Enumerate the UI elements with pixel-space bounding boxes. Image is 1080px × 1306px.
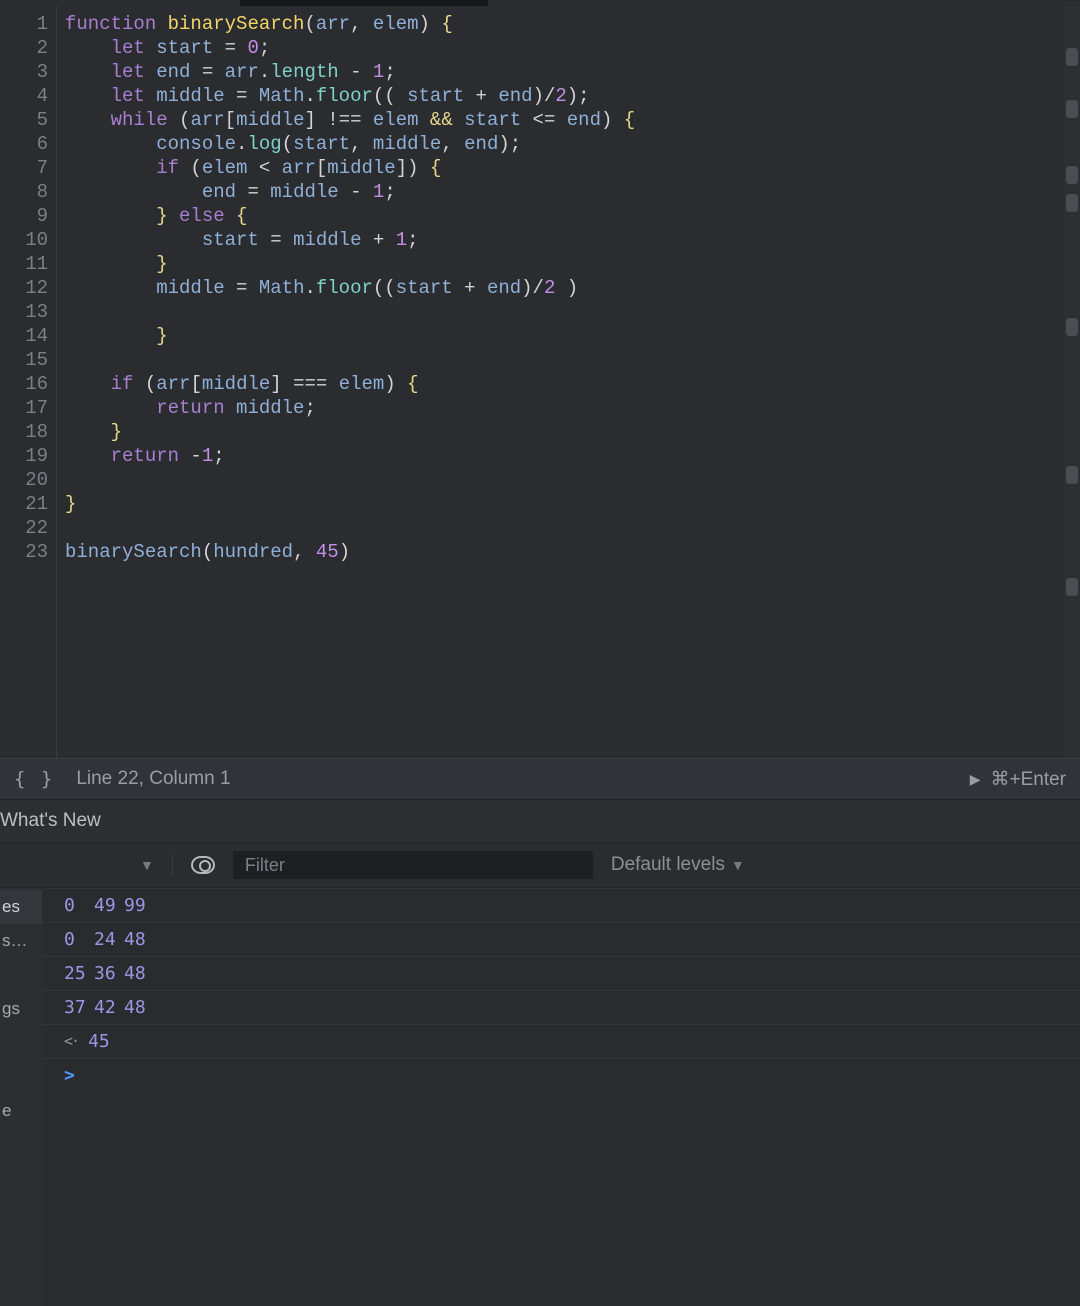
line-number: 19	[0, 444, 48, 468]
line-number: 22	[0, 516, 48, 540]
code-line[interactable]: return middle;	[65, 396, 1064, 420]
side-tab[interactable]: s…	[0, 924, 42, 958]
code-line[interactable]: let start = 0;	[65, 36, 1064, 60]
line-number: 18	[0, 420, 48, 444]
side-tab[interactable]	[0, 1060, 42, 1094]
line-number: 5	[0, 108, 48, 132]
live-expression-icon[interactable]	[191, 856, 215, 874]
side-tab[interactable]	[0, 1026, 42, 1060]
code-line[interactable]: }	[65, 252, 1064, 276]
line-number: 8	[0, 180, 48, 204]
code-line[interactable]: }	[65, 492, 1064, 516]
code-line[interactable]: if (elem < arr[middle]) {	[65, 156, 1064, 180]
line-number-gutter: 1234567891011121314151617181920212223	[0, 6, 57, 758]
line-number: 2	[0, 36, 48, 60]
run-shortcut[interactable]: ▶ ⌘+Enter	[970, 768, 1066, 791]
code-line[interactable]: binarySearch(hundred, 45)	[65, 540, 1064, 564]
line-number: 10	[0, 228, 48, 252]
code-line[interactable]: middle = Math.floor((start + end)/2 )	[65, 276, 1064, 300]
line-number: 11	[0, 252, 48, 276]
prompt-caret-icon: >	[64, 1065, 75, 1086]
log-levels-dropdown[interactable]: Default levels ▼	[611, 854, 745, 876]
tab-whats-new[interactable]: What's New	[0, 800, 1080, 843]
scrollbar-mark	[1066, 48, 1078, 66]
code-area[interactable]: function binarySearch(arr, elem) { let s…	[57, 6, 1064, 758]
console-log-row[interactable]: 02448	[42, 923, 1080, 957]
line-number: 17	[0, 396, 48, 420]
cursor-position: Line 22, Column 1	[76, 768, 230, 790]
code-line[interactable]: function binarySearch(arr, elem) {	[65, 12, 1064, 36]
log-levels-label: Default levels	[611, 854, 725, 876]
side-tab[interactable]	[0, 958, 42, 992]
line-number: 20	[0, 468, 48, 492]
code-line[interactable]: } else {	[65, 204, 1064, 228]
code-line[interactable]: }	[65, 324, 1064, 348]
line-number: 9	[0, 204, 48, 228]
line-number: 23	[0, 540, 48, 564]
line-number: 6	[0, 132, 48, 156]
code-line[interactable]: let middle = Math.floor(( start + end)/2…	[65, 84, 1064, 108]
line-number: 3	[0, 60, 48, 84]
line-number: 16	[0, 372, 48, 396]
code-editor[interactable]: 1234567891011121314151617181920212223 fu…	[0, 6, 1080, 759]
console-prompt[interactable]: >	[42, 1059, 1080, 1092]
code-line[interactable]: end = middle - 1;	[65, 180, 1064, 204]
line-number: 14	[0, 324, 48, 348]
line-number: 12	[0, 276, 48, 300]
line-number: 7	[0, 156, 48, 180]
code-line[interactable]	[65, 516, 1064, 540]
run-shortcut-label: ⌘+Enter	[990, 768, 1066, 791]
play-icon: ▶	[970, 771, 981, 788]
console-panel: ess… gs e 0499902448253648374248<· 45 >	[0, 888, 1080, 1306]
console-filter-input[interactable]	[233, 851, 593, 879]
scrollbar-mark	[1066, 318, 1078, 336]
return-icon: <·	[64, 1025, 78, 1058]
scrollbar-mark	[1066, 194, 1078, 212]
line-number: 4	[0, 84, 48, 108]
console-toolbar: ▼ Default levels ▼	[0, 843, 1080, 888]
line-number: 15	[0, 348, 48, 372]
console-log-row[interactable]: 04999	[42, 888, 1080, 923]
pretty-print-icon[interactable]: { }	[14, 768, 54, 790]
scrollbar-mark	[1066, 466, 1078, 484]
divider	[172, 854, 173, 876]
line-number: 21	[0, 492, 48, 516]
code-line[interactable]: start = middle + 1;	[65, 228, 1064, 252]
console-log-row[interactable]: 374248	[42, 991, 1080, 1025]
scrollbar-mark	[1066, 100, 1078, 118]
line-number: 13	[0, 300, 48, 324]
code-line[interactable]: }	[65, 420, 1064, 444]
console-return-row[interactable]: <· 45	[42, 1025, 1080, 1059]
editor-scrollbar[interactable]	[1064, 6, 1080, 758]
scrollbar-mark	[1066, 166, 1078, 184]
code-line[interactable]: let end = arr.length - 1;	[65, 60, 1064, 84]
return-value: 45	[88, 1025, 110, 1058]
console-log-row[interactable]: 253648	[42, 957, 1080, 991]
console-output[interactable]: 0499902448253648374248<· 45 >	[42, 888, 1080, 1306]
tab-whats-new-label: What's New	[0, 810, 101, 832]
code-line[interactable]	[65, 348, 1064, 372]
line-number: 1	[0, 12, 48, 36]
side-tab[interactable]: es	[0, 890, 42, 924]
dropdown-icon[interactable]: ▼	[140, 857, 154, 873]
code-line[interactable]: return -1;	[65, 444, 1064, 468]
code-line[interactable]: if (arr[middle] === elem) {	[65, 372, 1064, 396]
side-tab[interactable]: e	[0, 1094, 42, 1128]
scrollbar-mark	[1066, 578, 1078, 596]
side-tab[interactable]: gs	[0, 992, 42, 1026]
editor-status-bar: { } Line 22, Column 1 ▶ ⌘+Enter	[0, 759, 1080, 800]
code-line[interactable]	[65, 468, 1064, 492]
chevron-down-icon: ▼	[731, 857, 745, 873]
console-side-tabs[interactable]: ess… gs e	[0, 888, 42, 1306]
code-line[interactable]: console.log(start, middle, end);	[65, 132, 1064, 156]
code-line[interactable]: while (arr[middle] !== elem && start <= …	[65, 108, 1064, 132]
code-line[interactable]	[65, 300, 1064, 324]
